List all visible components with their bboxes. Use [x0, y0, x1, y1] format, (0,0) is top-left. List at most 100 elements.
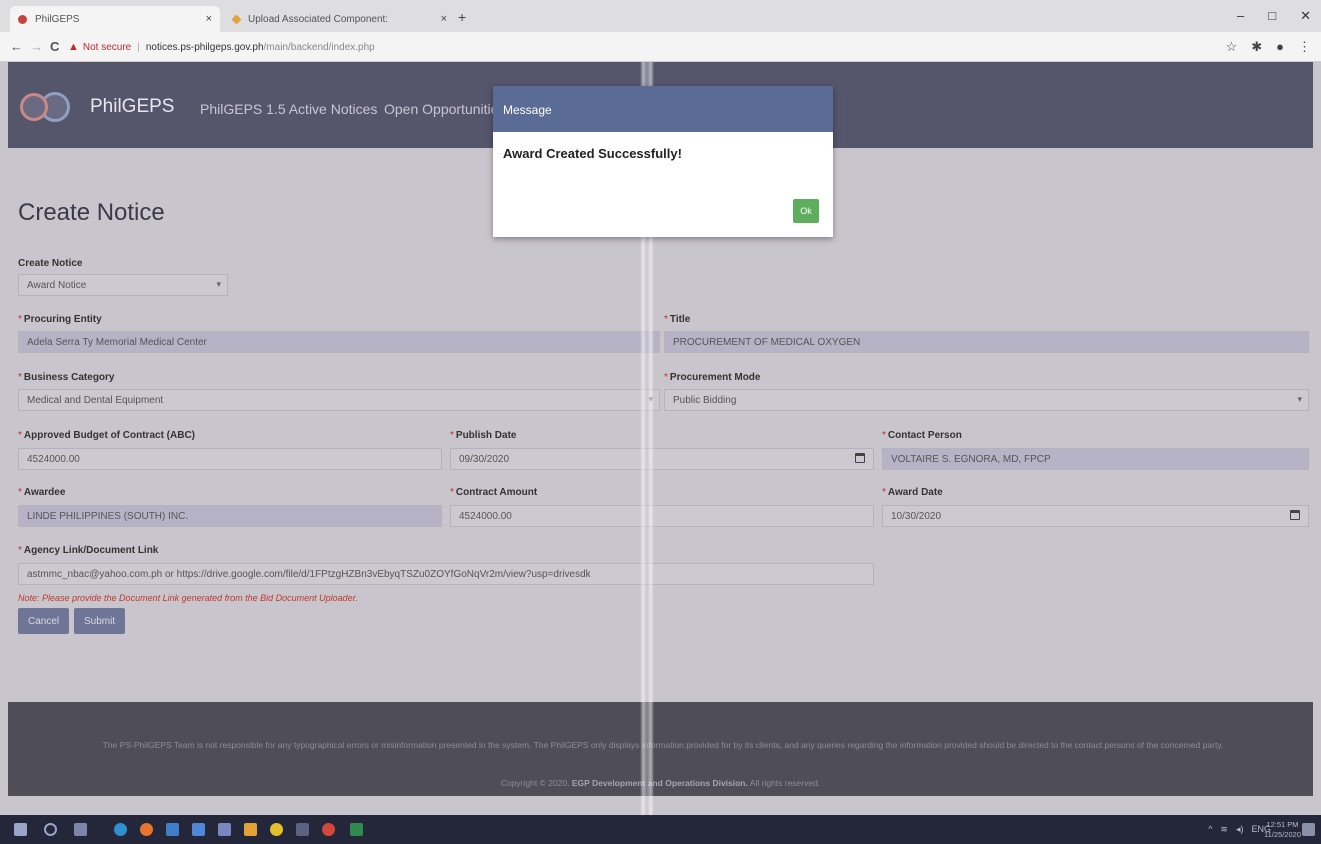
calendar-icon[interactable] — [855, 453, 865, 463]
store-icon[interactable] — [166, 823, 179, 836]
edge-icon[interactable] — [114, 823, 127, 836]
procuring-entity-value: Adela Serra Ty Memorial Medical Center — [27, 337, 207, 348]
network-icon[interactable]: ≋ — [1220, 824, 1228, 835]
page-footer: The PS-PhilGEPS Team is not responsible … — [8, 702, 1313, 796]
procuring-entity-label-text: Procuring Entity — [23, 314, 102, 325]
procurement-mode-value: Public Bidding — [673, 395, 737, 406]
chevron-down-icon: ▾ — [1297, 394, 1302, 404]
reload-button[interactable]: C — [50, 39, 59, 54]
menu-icon[interactable]: ⋮ — [1298, 39, 1311, 55]
nav-link-active-notices[interactable]: PhilGEPS 1.5 Active Notices — [200, 101, 377, 117]
doc-link-value: astmmc_nbac@yahoo.com.ph or https://driv… — [27, 569, 591, 580]
firefox-icon[interactable] — [140, 823, 153, 836]
submit-button[interactable]: Submit — [74, 608, 126, 634]
upload-favicon-icon — [231, 14, 242, 24]
contract-amount-field[interactable]: 4524000.00 — [450, 505, 874, 527]
abc-label: * Approved Budget of Contract (ABC) — [18, 430, 196, 441]
publish-date-label-text: Publish Date — [455, 430, 517, 441]
procuring-entity-label: * Procuring Entity — [18, 314, 102, 325]
cancel-button[interactable]: Cancel — [18, 608, 70, 634]
contact-person-label-text: Contact Person — [887, 430, 962, 441]
procurement-mode-label-text: Procurement Mode — [669, 372, 761, 383]
abc-label-text: Approved Budget of Contract (ABC) — [23, 430, 196, 441]
contract-amount-label: * Contract Amount — [450, 487, 538, 498]
extension-icon[interactable]: ✱ — [1251, 39, 1262, 55]
ok-button[interactable]: Ok — [793, 199, 819, 223]
tab-close-icon[interactable]: × — [441, 13, 447, 25]
notice-type-label: Create Notice — [18, 258, 83, 269]
business-category-label-text: Business Category — [23, 372, 115, 383]
nav-link-open-opportunities[interactable]: Open Opportunities — [384, 101, 505, 117]
tab-close-icon[interactable]: × — [206, 13, 212, 25]
volume-icon[interactable]: ◂) — [1236, 824, 1244, 835]
back-button[interactable]: ← — [10, 39, 23, 54]
title-field[interactable]: PROCUREMENT OF MEDICAL OXYGEN — [664, 331, 1309, 353]
awardee-field[interactable]: LINDE PHILIPPINES (SOUTH) INC. — [18, 505, 442, 527]
chevron-up-icon[interactable]: ^ — [1208, 824, 1212, 835]
profile-icon[interactable]: ● — [1276, 39, 1284, 55]
calculator-icon[interactable] — [218, 823, 231, 836]
task-view-icon[interactable] — [74, 823, 87, 836]
close-window-button[interactable]: ✕ — [1300, 8, 1311, 24]
title-label: * Title — [664, 314, 691, 325]
star-icon[interactable]: ☆ — [1226, 39, 1238, 55]
award-date-field[interactable]: 10/30/2020 — [882, 505, 1309, 527]
awardee-label-text: Awardee — [23, 487, 66, 498]
philgeps-favicon-icon — [18, 14, 27, 24]
address-bar: ← → C ▲ Not secure | notices.ps-philgeps… — [0, 32, 1321, 62]
start-icon[interactable] — [14, 823, 27, 836]
new-tab-button[interactable]: + — [458, 9, 466, 25]
logo-e-icon — [20, 93, 48, 121]
brand-name[interactable]: PhilGEPS — [90, 96, 174, 118]
not-secure-label[interactable]: Not secure — [83, 42, 131, 53]
contract-amount-label-text: Contract Amount — [455, 487, 538, 498]
modal-message: Award Created Successfully! — [503, 146, 682, 161]
monitor-icon[interactable] — [296, 823, 309, 836]
system-tray: ^ ≋ ◂) ENG — [1208, 824, 1271, 835]
calendar-icon[interactable] — [1290, 510, 1300, 520]
copyright-prefix: Copyright © 2020. — [500, 778, 570, 788]
contract-amount-value: 4524000.00 — [459, 511, 512, 522]
chevron-down-icon: ▾ — [216, 279, 221, 289]
notification-icon[interactable] — [1302, 823, 1315, 836]
abc-field[interactable]: 4524000.00 — [18, 448, 442, 470]
award-date-label: * Award Date — [882, 487, 943, 498]
url-host: notices.ps-philgeps.gov.ph — [145, 41, 264, 53]
procurement-mode-label: * Procurement Mode — [664, 372, 761, 383]
business-category-select[interactable]: Medical and Dental Equipment ▾ — [18, 389, 660, 411]
award-date-label-text: Award Date — [887, 487, 943, 498]
browser-tab-strip: PhilGEPS × Upload Associated Component: … — [0, 0, 1321, 32]
procuring-entity-field[interactable]: Adela Serra Ty Memorial Medical Center — [18, 331, 660, 353]
url-field[interactable]: ▲ Not secure | notices.ps-philgeps.gov.p… — [68, 37, 1208, 57]
tips-icon[interactable] — [270, 823, 283, 836]
contact-person-field[interactable]: VOLTAIRE S. EGNORA, MD, FPCP — [882, 448, 1309, 470]
window-controls: – □ ✕ — [1237, 8, 1311, 24]
awardee-value: LINDE PHILIPPINES (SOUTH) INC. — [27, 511, 189, 522]
warning-icon: ▲ — [68, 41, 79, 53]
page-title: Create Notice — [18, 199, 165, 226]
files-icon[interactable] — [244, 823, 257, 836]
clock[interactable]: 12:51 PM 11/25/2020 — [1264, 820, 1301, 840]
philgeps-logo[interactable] — [20, 92, 70, 122]
doc-link-field[interactable]: astmmc_nbac@yahoo.com.ph or https://driv… — [18, 563, 874, 585]
tab-philgeps[interactable]: PhilGEPS × — [10, 6, 220, 32]
chevron-down-icon: ▾ — [648, 394, 653, 404]
doc-link-label-text: Agency Link/Document Link — [23, 545, 159, 556]
chrome-icon[interactable] — [322, 823, 335, 836]
search-icon[interactable] — [44, 823, 57, 836]
url-separator: | — [137, 41, 140, 53]
maximize-button[interactable]: □ — [1268, 8, 1276, 24]
excel-icon[interactable] — [350, 823, 363, 836]
publish-date-field[interactable]: 09/30/2020 — [450, 448, 874, 470]
procurement-mode-select[interactable]: Public Bidding ▾ — [664, 389, 1309, 411]
minimize-button[interactable]: – — [1237, 8, 1244, 24]
tab-upload-component[interactable]: Upload Associated Component: × — [225, 6, 455, 32]
forward-button[interactable]: → — [30, 39, 43, 54]
awardee-label: * Awardee — [18, 487, 66, 498]
copyright-suffix: All rights reserved. — [749, 778, 821, 788]
mail-icon[interactable] — [192, 823, 205, 836]
notice-type-select[interactable]: Award Notice ▾ — [18, 274, 228, 296]
doc-link-label: * Agency Link/Document Link — [18, 545, 159, 556]
tab-title: Upload Associated Component: — [248, 13, 389, 25]
doc-link-note: Note: Please provide the Document Link g… — [18, 593, 358, 603]
